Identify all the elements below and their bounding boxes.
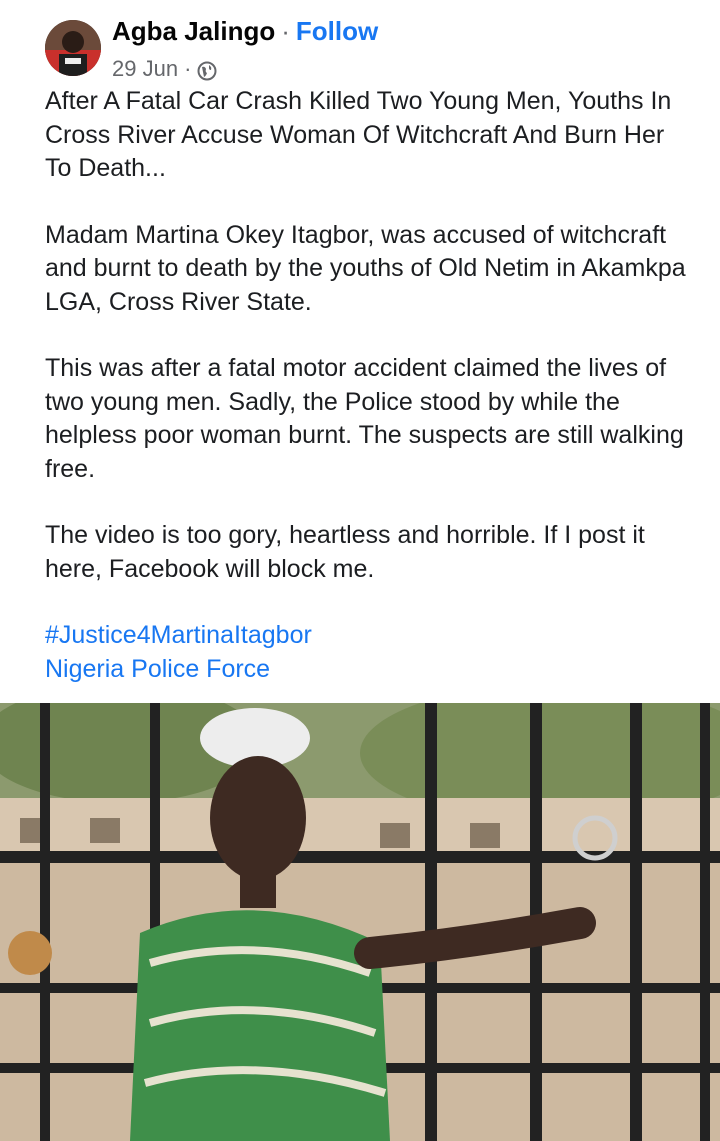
post-links: #Justice4MartinaItagbor Nigeria Police F… [45,619,695,686]
post-meta: 29 Jun · [112,54,217,84]
post-header: Agba Jalingo · Follow 29 Jun · [0,0,720,90]
globe-icon[interactable] [197,59,217,81]
post-photo[interactable] [0,703,720,1141]
author-line: Agba Jalingo · Follow [112,14,378,48]
post-text: After A Fatal Car Crash Killed Two Young… [45,85,695,686]
meta-separator: · [184,56,192,81]
follow-button[interactable]: Follow [296,16,378,46]
author-name[interactable]: Agba Jalingo [112,16,275,46]
hashtag-link[interactable]: #Justice4MartinaItagbor [45,619,695,653]
author-avatar[interactable] [45,20,101,76]
post-paragraph: The video is too gory, heartless and hor… [45,521,645,583]
mention-link[interactable]: Nigeria Police Force [45,653,695,687]
name-separator: · [281,16,290,46]
post-paragraph: Madam Martina Okey Itagbor, was accused … [45,220,686,316]
post-paragraph-headline: After A Fatal Car Crash Killed Two Young… [45,87,672,182]
post-paragraph: This was after a fatal motor accident cl… [45,354,684,483]
post-date[interactable]: 29 Jun [112,54,178,84]
